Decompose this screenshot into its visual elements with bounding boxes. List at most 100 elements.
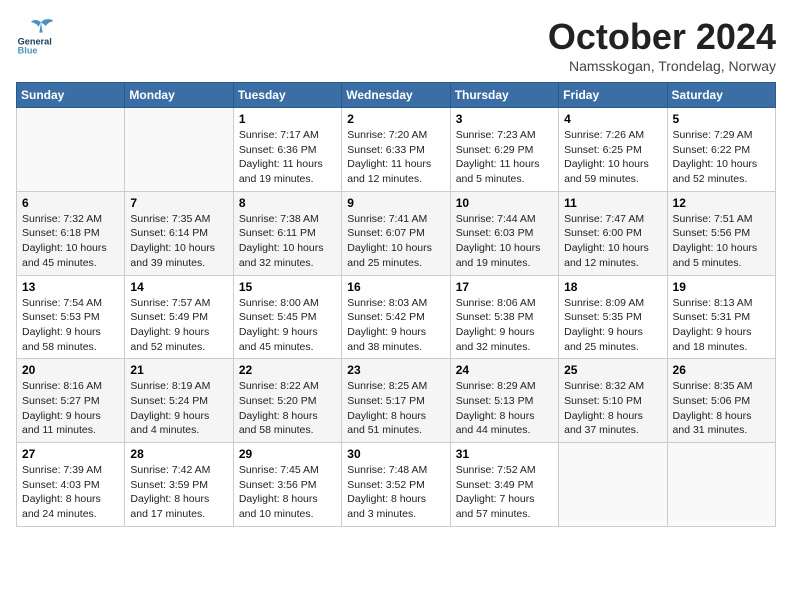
day-number: 11 xyxy=(564,196,661,210)
day-info: Sunrise: 8:13 AM Sunset: 5:31 PM Dayligh… xyxy=(673,296,770,355)
calendar-day-header: Friday xyxy=(559,83,667,108)
calendar-cell: 9 Sunrise: 7:41 AM Sunset: 6:07 PM Daylig… xyxy=(342,191,450,275)
day-info: Sunrise: 8:03 AM Sunset: 5:42 PM Dayligh… xyxy=(347,296,444,355)
calendar-cell xyxy=(125,108,233,192)
day-info: Sunrise: 7:39 AM Sunset: 4:03 PM Dayligh… xyxy=(22,463,119,522)
day-info: Sunrise: 7:20 AM Sunset: 6:33 PM Dayligh… xyxy=(347,128,444,187)
day-number: 13 xyxy=(22,280,119,294)
day-info: Sunrise: 8:22 AM Sunset: 5:20 PM Dayligh… xyxy=(239,379,336,438)
calendar-cell: 7 Sunrise: 7:35 AM Sunset: 6:14 PM Daylig… xyxy=(125,191,233,275)
day-number: 3 xyxy=(456,112,553,126)
day-number: 22 xyxy=(239,363,336,377)
day-info: Sunrise: 8:19 AM Sunset: 5:24 PM Dayligh… xyxy=(130,379,227,438)
calendar-cell: 23 Sunrise: 8:25 AM Sunset: 5:17 PM Dayli… xyxy=(342,359,450,443)
calendar-week-row: 6 Sunrise: 7:32 AM Sunset: 6:18 PM Daylig… xyxy=(17,191,776,275)
calendar-cell: 22 Sunrise: 8:22 AM Sunset: 5:20 PM Dayli… xyxy=(233,359,341,443)
calendar-day-header: Thursday xyxy=(450,83,558,108)
calendar-cell: 6 Sunrise: 7:32 AM Sunset: 6:18 PM Daylig… xyxy=(17,191,125,275)
page-header: General Blue October 2024 Namsskogan, Tr… xyxy=(16,16,776,74)
calendar-day-header: Saturday xyxy=(667,83,775,108)
day-number: 10 xyxy=(456,196,553,210)
calendar-cell: 17 Sunrise: 8:06 AM Sunset: 5:38 PM Dayli… xyxy=(450,275,558,359)
day-number: 31 xyxy=(456,447,553,461)
day-number: 7 xyxy=(130,196,227,210)
day-info: Sunrise: 7:26 AM Sunset: 6:25 PM Dayligh… xyxy=(564,128,661,187)
day-number: 21 xyxy=(130,363,227,377)
calendar-cell xyxy=(667,443,775,527)
day-info: Sunrise: 7:41 AM Sunset: 6:07 PM Dayligh… xyxy=(347,212,444,271)
day-info: Sunrise: 7:44 AM Sunset: 6:03 PM Dayligh… xyxy=(456,212,553,271)
calendar-day-header: Monday xyxy=(125,83,233,108)
day-number: 23 xyxy=(347,363,444,377)
day-number: 17 xyxy=(456,280,553,294)
day-info: Sunrise: 8:25 AM Sunset: 5:17 PM Dayligh… xyxy=(347,379,444,438)
day-info: Sunrise: 8:00 AM Sunset: 5:45 PM Dayligh… xyxy=(239,296,336,355)
calendar-cell: 8 Sunrise: 7:38 AM Sunset: 6:11 PM Daylig… xyxy=(233,191,341,275)
calendar-cell: 20Sunrise: 8:16 AM Sunset: 5:27 PM Dayli… xyxy=(17,359,125,443)
calendar-week-row: 27 Sunrise: 7:39 AM Sunset: 4:03 PM Dayli… xyxy=(17,443,776,527)
day-info: Sunrise: 7:42 AM Sunset: 3:59 PM Dayligh… xyxy=(130,463,227,522)
day-number: 25 xyxy=(564,363,661,377)
calendar-cell: 18 Sunrise: 8:09 AM Sunset: 5:35 PM Dayli… xyxy=(559,275,667,359)
day-number: 2 xyxy=(347,112,444,126)
day-info: Sunrise: 7:54 AM Sunset: 5:53 PM Dayligh… xyxy=(22,296,119,355)
calendar-cell: 24 Sunrise: 8:29 AM Sunset: 5:13 PM Dayli… xyxy=(450,359,558,443)
calendar-cell: 1 Sunrise: 7:17 AM Sunset: 6:36 PM Daylig… xyxy=(233,108,341,192)
calendar-week-row: 1 Sunrise: 7:17 AM Sunset: 6:36 PM Daylig… xyxy=(17,108,776,192)
day-number: 15 xyxy=(239,280,336,294)
day-number: 1 xyxy=(239,112,336,126)
day-number: 9 xyxy=(347,196,444,210)
day-info: Sunrise: 8:06 AM Sunset: 5:38 PM Dayligh… xyxy=(456,296,553,355)
day-info: Sunrise: 7:38 AM Sunset: 6:11 PM Dayligh… xyxy=(239,212,336,271)
day-info: Sunrise: 8:09 AM Sunset: 5:35 PM Dayligh… xyxy=(564,296,661,355)
calendar-cell: 14Sunrise: 7:57 AM Sunset: 5:49 PM Dayli… xyxy=(125,275,233,359)
day-number: 16 xyxy=(347,280,444,294)
calendar-cell: 2 Sunrise: 7:20 AM Sunset: 6:33 PM Daylig… xyxy=(342,108,450,192)
calendar-cell: 30Sunrise: 7:48 AM Sunset: 3:52 PM Dayli… xyxy=(342,443,450,527)
day-info: Sunrise: 7:17 AM Sunset: 6:36 PM Dayligh… xyxy=(239,128,336,187)
calendar-cell: 4 Sunrise: 7:26 AM Sunset: 6:25 PM Daylig… xyxy=(559,108,667,192)
day-number: 24 xyxy=(456,363,553,377)
day-info: Sunrise: 8:16 AM Sunset: 5:27 PM Dayligh… xyxy=(22,379,119,438)
logo-icon: General Blue xyxy=(16,16,66,56)
day-info: Sunrise: 7:29 AM Sunset: 6:22 PM Dayligh… xyxy=(673,128,770,187)
calendar-cell: 27 Sunrise: 7:39 AM Sunset: 4:03 PM Dayli… xyxy=(17,443,125,527)
day-info: Sunrise: 7:47 AM Sunset: 6:00 PM Dayligh… xyxy=(564,212,661,271)
day-info: Sunrise: 7:32 AM Sunset: 6:18 PM Dayligh… xyxy=(22,212,119,271)
calendar-cell: 25Sunrise: 8:32 AM Sunset: 5:10 PM Dayli… xyxy=(559,359,667,443)
day-info: Sunrise: 7:23 AM Sunset: 6:29 PM Dayligh… xyxy=(456,128,553,187)
calendar-cell: 19 Sunrise: 8:13 AM Sunset: 5:31 PM Dayli… xyxy=(667,275,775,359)
title-block: October 2024 Namsskogan, Trondelag, Norw… xyxy=(548,16,776,74)
day-number: 6 xyxy=(22,196,119,210)
calendar-day-header: Sunday xyxy=(17,83,125,108)
day-number: 27 xyxy=(22,447,119,461)
calendar-cell: 31 Sunrise: 7:52 AM Sunset: 3:49 PM Dayli… xyxy=(450,443,558,527)
calendar-day-header: Wednesday xyxy=(342,83,450,108)
day-info: Sunrise: 7:35 AM Sunset: 6:14 PM Dayligh… xyxy=(130,212,227,271)
svg-text:Blue: Blue xyxy=(18,46,38,56)
calendar-cell: 3 Sunrise: 7:23 AM Sunset: 6:29 PM Daylig… xyxy=(450,108,558,192)
day-info: Sunrise: 8:29 AM Sunset: 5:13 PM Dayligh… xyxy=(456,379,553,438)
day-number: 4 xyxy=(564,112,661,126)
location: Namsskogan, Trondelag, Norway xyxy=(548,58,776,74)
calendar-cell: 11 Sunrise: 7:47 AM Sunset: 6:00 PM Dayli… xyxy=(559,191,667,275)
calendar-day-header: Tuesday xyxy=(233,83,341,108)
day-info: Sunrise: 7:52 AM Sunset: 3:49 PM Dayligh… xyxy=(456,463,553,522)
logo: General Blue xyxy=(16,16,66,56)
calendar-cell xyxy=(17,108,125,192)
day-number: 28 xyxy=(130,447,227,461)
calendar-week-row: 13 Sunrise: 7:54 AM Sunset: 5:53 PM Dayli… xyxy=(17,275,776,359)
day-info: Sunrise: 8:35 AM Sunset: 5:06 PM Dayligh… xyxy=(673,379,770,438)
day-number: 18 xyxy=(564,280,661,294)
day-number: 8 xyxy=(239,196,336,210)
calendar-cell xyxy=(559,443,667,527)
day-number: 29 xyxy=(239,447,336,461)
calendar-cell: 5Sunrise: 7:29 AM Sunset: 6:22 PM Daylig… xyxy=(667,108,775,192)
calendar-cell: 12Sunrise: 7:51 AM Sunset: 5:56 PM Dayli… xyxy=(667,191,775,275)
day-number: 19 xyxy=(673,280,770,294)
calendar-table: SundayMondayTuesdayWednesdayThursdayFrid… xyxy=(16,82,776,527)
calendar-cell: 29 Sunrise: 7:45 AM Sunset: 3:56 PM Dayli… xyxy=(233,443,341,527)
calendar-cell: 26Sunrise: 8:35 AM Sunset: 5:06 PM Dayli… xyxy=(667,359,775,443)
day-info: Sunrise: 7:45 AM Sunset: 3:56 PM Dayligh… xyxy=(239,463,336,522)
calendar-cell: 28 Sunrise: 7:42 AM Sunset: 3:59 PM Dayli… xyxy=(125,443,233,527)
